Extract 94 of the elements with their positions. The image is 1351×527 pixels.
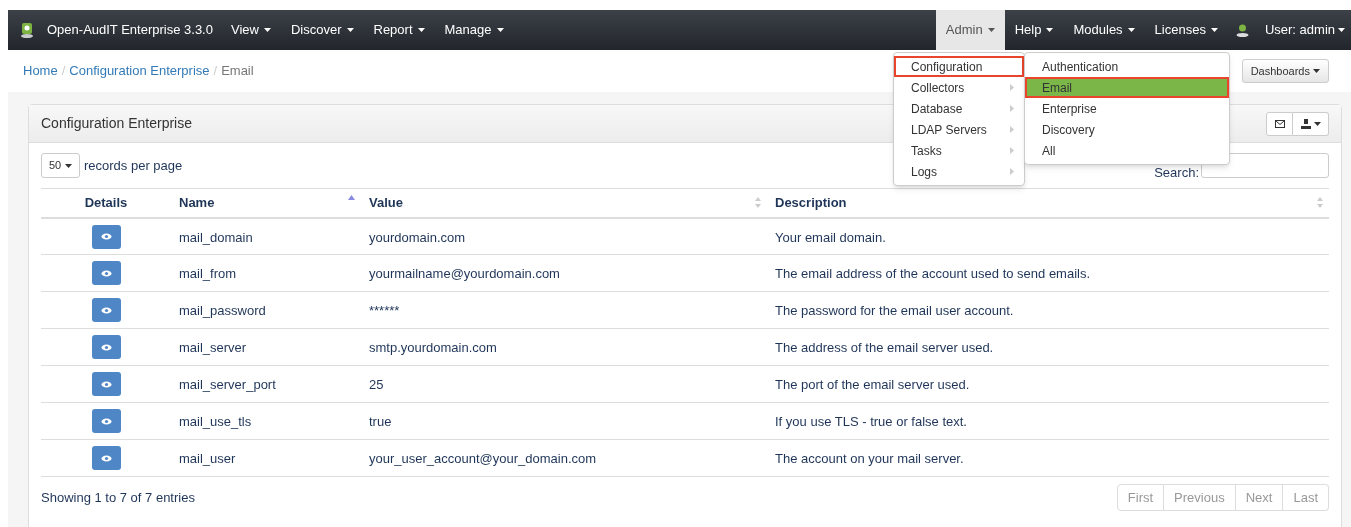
- menu-item[interactable]: Tasks: [894, 140, 1024, 161]
- nav-menu[interactable]: Discover: [280, 10, 364, 50]
- view-details-button[interactable]: [91, 261, 121, 285]
- export-icon: [1300, 118, 1311, 129]
- eye-icon: [100, 233, 112, 240]
- table-cell: mail_user: [179, 451, 236, 466]
- eye-icon: [100, 343, 112, 351]
- caret-icon: [1127, 28, 1135, 32]
- table-cell: The password for the email user account.: [775, 303, 1014, 318]
- submenu-item[interactable]: Authentication: [1025, 56, 1229, 77]
- column-header: Details: [41, 188, 171, 218]
- chevron-right-icon: [1010, 126, 1014, 133]
- breadcrumb-separator: /: [212, 62, 219, 81]
- breadcrumb-link[interactable]: Configuration Enterprise: [69, 61, 210, 81]
- column-header[interactable]: Value: [361, 188, 767, 218]
- caret-icon: [263, 28, 271, 32]
- panel-title: Configuration Enterprise: [41, 114, 192, 133]
- submenu-item[interactable]: Email: [1025, 77, 1229, 98]
- page-size-select[interactable]: 50: [41, 153, 80, 178]
- user-menu[interactable]: User: admin: [1256, 20, 1351, 40]
- search-label: Search:: [1154, 163, 1199, 182]
- table-cell: 25: [369, 377, 384, 392]
- nav-menu[interactable]: Admin: [935, 10, 1005, 50]
- table-cell: mail_server_port: [179, 377, 276, 392]
- view-details-button[interactable]: [91, 409, 121, 433]
- caret-icon: [1313, 69, 1320, 73]
- menu-item[interactable]: Configuration: [894, 56, 1024, 77]
- entries-info: Showing 1 to 7 of 7 entries: [41, 488, 195, 507]
- caret-icon: [1210, 28, 1218, 32]
- chevron-right-icon: [1010, 105, 1014, 112]
- caret-icon: [1046, 28, 1054, 32]
- eye-icon: [100, 454, 112, 462]
- envelope-icon: [1274, 119, 1285, 128]
- dashboards-button[interactable]: Dashboards: [1241, 59, 1329, 83]
- table-cell: mail_from: [179, 266, 237, 281]
- chevron-right-icon: [1010, 84, 1014, 91]
- table-cell: yourmailname@yourdomain.com: [369, 266, 560, 281]
- menu-item[interactable]: Database: [894, 98, 1024, 119]
- caret-icon: [346, 28, 354, 32]
- submenu-item[interactable]: Discovery: [1025, 119, 1229, 140]
- caret-icon: [417, 28, 425, 32]
- logo-icon: [20, 22, 34, 38]
- table-cell: mail_server: [179, 340, 247, 355]
- table-cell: your_user_account@your_domain.com: [369, 451, 597, 466]
- table-cell: true: [369, 414, 392, 429]
- email-button[interactable]: [1266, 111, 1293, 136]
- column-header[interactable]: Description: [767, 188, 1329, 218]
- submenu-item[interactable]: All: [1025, 140, 1229, 161]
- caret-icon: [1338, 28, 1345, 32]
- eye-icon: [100, 306, 112, 314]
- view-details-button[interactable]: [91, 372, 121, 396]
- menu-item[interactable]: Collectors: [894, 77, 1024, 98]
- user-icon: [1235, 23, 1249, 37]
- caret-icon: [1313, 121, 1321, 126]
- breadcrumb-link[interactable]: Home: [23, 61, 58, 81]
- brand-name[interactable]: Open-AudIT Enterprise 3.3.0: [47, 20, 213, 40]
- table-cell: If you use TLS - true or false text.: [775, 414, 967, 429]
- table-cell: yourdomain.com: [369, 229, 466, 245]
- table-cell: mail_use_tls: [179, 414, 252, 429]
- nav-menu[interactable]: Modules: [1063, 10, 1145, 50]
- column-header[interactable]: Name: [171, 188, 361, 218]
- caret-icon: [987, 28, 995, 32]
- table-cell: The port of the email server used.: [775, 377, 970, 392]
- chevron-right-icon: [1010, 147, 1014, 154]
- submenu-item[interactable]: Enterprise: [1025, 98, 1229, 119]
- table-cell: The account on your mail server.: [775, 451, 964, 466]
- eye-icon: [100, 417, 112, 425]
- nav-menu[interactable]: Licenses: [1144, 10, 1228, 50]
- view-details-button[interactable]: [91, 446, 121, 470]
- nav-menu[interactable]: Report: [363, 10, 435, 50]
- breadcrumb-separator: /: [60, 62, 67, 81]
- table-cell: Your email domain.: [775, 229, 886, 245]
- view-details-button[interactable]: [91, 224, 121, 249]
- table-cell: smtp.yourdomain.com: [369, 340, 497, 355]
- caret-icon: [496, 28, 504, 32]
- table-cell: mail_domain: [179, 229, 253, 245]
- table-cell: mail_password: [179, 303, 266, 318]
- breadcrumb-current: Email: [221, 62, 254, 81]
- export-button[interactable]: [1293, 111, 1329, 136]
- eye-icon: [100, 269, 112, 277]
- caret-icon: [65, 163, 72, 168]
- nav-menu[interactable]: View: [220, 10, 281, 50]
- view-details-button[interactable]: [91, 298, 121, 322]
- records-per-page-label: records per page: [84, 156, 183, 175]
- chevron-right-icon: [1010, 168, 1014, 175]
- nav-menu[interactable]: Manage: [434, 10, 514, 50]
- menu-item[interactable]: LDAP Servers: [894, 119, 1024, 140]
- table-cell: The email address of the account used to send emails.: [775, 266, 1091, 281]
- menu-item[interactable]: Logs: [894, 161, 1024, 182]
- nav-menu[interactable]: Help: [1004, 10, 1064, 50]
- view-details-button[interactable]: [91, 335, 121, 359]
- eye-icon: [100, 380, 112, 388]
- table-cell: The address of the email server used.: [775, 340, 994, 355]
- table-cell: ******: [369, 303, 400, 318]
